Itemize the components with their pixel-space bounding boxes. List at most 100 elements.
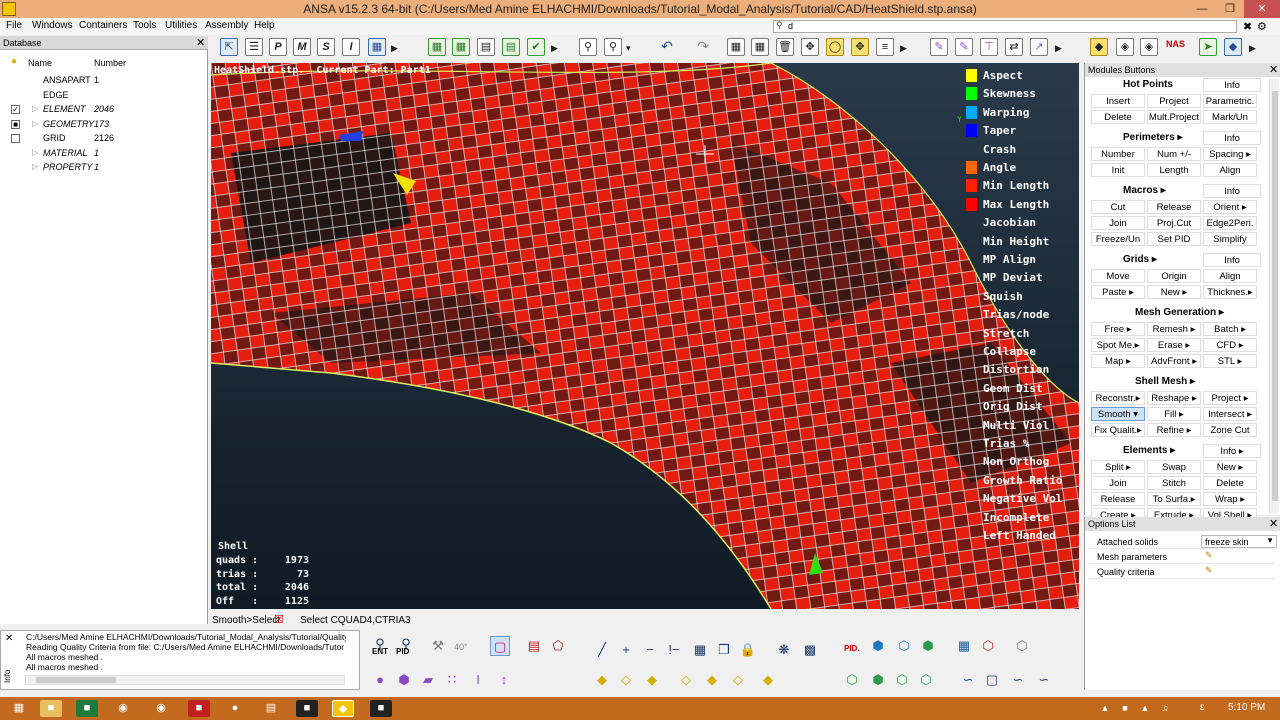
dark-mesh-icon[interactable]: ◈ bbox=[1140, 38, 1158, 56]
database-row-property[interactable]: ▷ PROPERTY 1 bbox=[0, 161, 206, 175]
ruler-icon[interactable]: ≡ bbox=[876, 38, 894, 56]
app-icon-9[interactable]: ■ bbox=[370, 700, 392, 717]
align-select-icon[interactable]: ↕ bbox=[494, 670, 514, 690]
legend-item[interactable]: Warping bbox=[983, 106, 1029, 119]
section-header-6[interactable]: Elements ▸ bbox=[1123, 445, 1175, 456]
cube-icon[interactable]: ⬢ bbox=[868, 636, 888, 656]
module-button[interactable]: Delete bbox=[1203, 476, 1257, 490]
legend-item[interactable]: Distortion bbox=[983, 363, 1049, 376]
module-button[interactable]: Join bbox=[1091, 476, 1145, 490]
module-button[interactable]: Info ▸ bbox=[1203, 444, 1261, 458]
expand-arrow-icon[interactable]: ▷ bbox=[32, 119, 38, 128]
expand-arrow-icon[interactable]: ▷ bbox=[32, 162, 38, 171]
legend-item[interactable]: Angle bbox=[983, 161, 1016, 174]
window-icon[interactable]: ▦ bbox=[368, 38, 386, 56]
module-button[interactable]: Mult.Project bbox=[1147, 110, 1201, 124]
app-icon-4[interactable]: ◉ bbox=[150, 700, 172, 717]
red-cube-icon[interactable]: ⬡ bbox=[978, 636, 998, 656]
part-manager-icon[interactable]: ▦ bbox=[428, 38, 446, 56]
module-button[interactable]: Map ▸ bbox=[1091, 354, 1145, 368]
module-button[interactable]: Stitch bbox=[1147, 476, 1201, 490]
module-button[interactable]: Num +/- bbox=[1147, 147, 1201, 161]
section-header-1[interactable]: Perimeters ▸ bbox=[1123, 132, 1183, 143]
zoom-icon[interactable]: ⚲ bbox=[604, 38, 622, 56]
p-icon[interactable]: P bbox=[269, 38, 287, 56]
y-diamond-icon-1[interactable]: ◆ bbox=[592, 670, 612, 690]
file-explorer-icon[interactable]: ■ bbox=[40, 700, 62, 717]
legend-item[interactable]: Min Height bbox=[983, 235, 1049, 248]
plus-icon[interactable]: + bbox=[616, 640, 636, 660]
module-button[interactable]: Smooth ▾ bbox=[1091, 407, 1145, 421]
module-button[interactable]: Number bbox=[1091, 147, 1145, 161]
legend-item[interactable]: Collapse bbox=[983, 345, 1036, 358]
module-button[interactable]: Length bbox=[1147, 163, 1201, 177]
tray-icon-3[interactable]: ▲ bbox=[1134, 700, 1156, 717]
close-modules-icon[interactable]: ✕ bbox=[1269, 63, 1278, 76]
transform-icon[interactable]: ✥ bbox=[851, 38, 869, 56]
module-button[interactable]: Join bbox=[1091, 216, 1145, 230]
expand-arrow-icon[interactable]: ▷ bbox=[32, 148, 38, 157]
legend-item[interactable]: Trias/node bbox=[983, 308, 1049, 321]
module-button[interactable]: AdvFront ▸ bbox=[1147, 354, 1201, 368]
app-icon-5[interactable]: ■ bbox=[188, 700, 210, 717]
swap-icon[interactable]: ⇄ bbox=[1005, 38, 1023, 56]
copy-icon[interactable]: ❐ bbox=[714, 640, 734, 660]
module-button[interactable]: Parametric. bbox=[1203, 94, 1257, 108]
module-button[interactable]: Simplify bbox=[1203, 232, 1257, 246]
edit-icon[interactable]: ✎ bbox=[1205, 565, 1213, 576]
ansa-taskbar-icon[interactable]: ◆ bbox=[332, 700, 354, 717]
module-button[interactable]: New ▸ bbox=[1203, 460, 1257, 474]
blue-diamond-icon[interactable]: ◆ bbox=[1224, 38, 1242, 56]
graphics-viewport[interactable]: HeatShield.stp. Current Part: Part1 Aspe… bbox=[211, 63, 1079, 609]
green-mesh-icon-1[interactable]: ⬡ bbox=[842, 670, 862, 690]
settings-gear-icon[interactable]: ⚙ bbox=[1257, 20, 1267, 33]
legend-item[interactable]: Trias % bbox=[983, 437, 1029, 450]
module-button[interactable]: Release bbox=[1147, 200, 1201, 214]
legend-item[interactable]: Stretch bbox=[983, 327, 1029, 340]
module-button[interactable]: Split ▸ bbox=[1091, 460, 1145, 474]
y-diamond-icon-5[interactable]: ◆ bbox=[702, 670, 722, 690]
legend-item[interactable]: Crash bbox=[983, 143, 1016, 156]
grid-icon[interactable]: ▦ bbox=[727, 38, 745, 56]
green-mesh-icon-4[interactable]: ⬡ bbox=[916, 670, 936, 690]
module-button[interactable]: Delete bbox=[1091, 110, 1145, 124]
module-button[interactable]: Init bbox=[1091, 163, 1145, 177]
database-row-ansapart[interactable]: ANSAPART 1 bbox=[0, 74, 206, 88]
menu-assembly[interactable]: Assembly bbox=[205, 20, 248, 31]
module-button[interactable]: Edge2Peri. bbox=[1203, 216, 1257, 230]
search-input[interactable]: d bbox=[788, 21, 793, 31]
legend-item[interactable]: Left Handed bbox=[983, 529, 1056, 542]
module-button[interactable]: Cut bbox=[1091, 200, 1145, 214]
legend-item[interactable]: Multi Viol bbox=[983, 419, 1049, 432]
i-icon[interactable]: I bbox=[342, 38, 360, 56]
chrome-icon[interactable]: ◉ bbox=[112, 700, 134, 717]
search-box[interactable]: ⚲ d bbox=[773, 20, 1237, 33]
node-select-icon[interactable]: ∷ bbox=[442, 670, 462, 690]
pointer-icon[interactable]: ↗ bbox=[1030, 38, 1048, 56]
y-diamond-icon-6[interactable]: ◇ bbox=[728, 670, 748, 690]
y-diamond-icon-7[interactable]: ◆ bbox=[758, 670, 778, 690]
align-icon[interactable]: ⊤ bbox=[980, 38, 998, 56]
legend-item[interactable]: Taper bbox=[983, 124, 1016, 137]
col-number-header[interactable]: Number bbox=[94, 58, 126, 68]
layers-icon[interactable]: ▤ bbox=[524, 636, 544, 656]
visibility-checkbox[interactable]: ■ bbox=[11, 119, 20, 129]
lock-icon[interactable]: 🔒 bbox=[738, 640, 758, 660]
cube-color-icon[interactable]: ⬢ bbox=[918, 636, 938, 656]
tray-arrow-icon[interactable]: ▲ bbox=[1094, 700, 1116, 717]
module-button[interactable]: Swap bbox=[1147, 460, 1201, 474]
i-beam-icon[interactable]: I bbox=[468, 670, 488, 690]
module-button[interactable]: Info bbox=[1203, 184, 1261, 198]
visibility-checkbox[interactable]: ✓ bbox=[11, 105, 20, 114]
module-button[interactable]: Freeze/Un bbox=[1091, 232, 1145, 246]
module-button[interactable]: Refine ▸ bbox=[1147, 423, 1201, 437]
legend-item[interactable]: Geom Dist bbox=[983, 382, 1043, 395]
module-button[interactable]: Paste ▸ bbox=[1091, 285, 1145, 299]
redo-icon[interactable]: ↷ bbox=[694, 38, 712, 56]
checks-icon[interactable]: ✔ bbox=[527, 38, 545, 56]
curve-icon-4[interactable]: ∽ bbox=[1034, 670, 1054, 690]
angle-value[interactable]: 40° bbox=[454, 642, 468, 652]
pid-manager-icon[interactable]: ▦ bbox=[452, 38, 470, 56]
option-row-mesh-parameters[interactable]: Mesh parameters ✎ bbox=[1089, 550, 1275, 564]
m-icon[interactable]: M bbox=[293, 38, 311, 56]
